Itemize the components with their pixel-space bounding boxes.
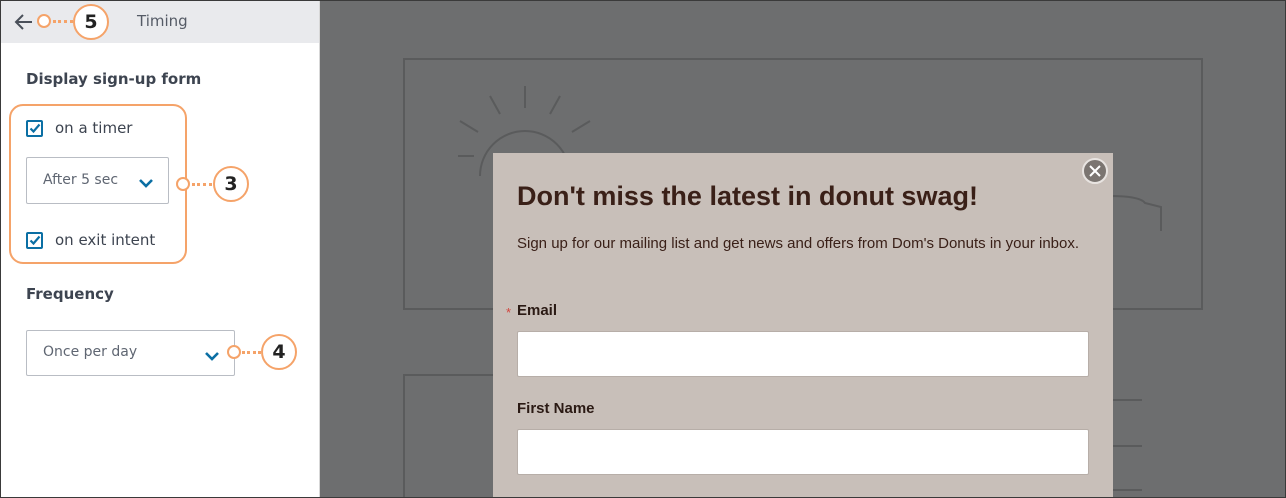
callout-3-connector [192,183,212,186]
callout-3-anchor [176,177,190,191]
first-name-label: First Name [517,400,595,417]
popup-heading: Don't miss the latest in donut swag! [517,181,978,211]
page-title: Timing [137,12,188,30]
frequency-value: Once per day [43,344,138,360]
wireframe-line [1110,399,1142,401]
callout-3-badge: 3 [213,166,249,202]
app-frame: Timing Display sign-up form on a timer A… [0,0,1286,498]
popup-description: Sign up for our mailing list and get new… [517,235,1080,252]
close-icon [1089,165,1101,177]
callout-5-anchor [37,14,51,28]
arrow-left-icon[interactable] [12,10,36,34]
timing-options-callout-box [9,104,187,264]
frequency-select[interactable]: Once per day [26,330,235,376]
email-label: Email [517,302,558,319]
callout-4-anchor [227,345,241,359]
wireframe-line [1110,489,1142,491]
close-button[interactable] [1082,158,1108,184]
required-marker: * [506,305,512,320]
first-name-field[interactable] [517,429,1089,475]
frequency-title: Frequency [26,285,114,303]
chevron-down-icon [204,347,220,366]
mountain-outline [1110,195,1162,231]
callout-5-badge: 5 [73,4,109,40]
callout-4-badge: 4 [261,334,297,370]
callout-4-connector [242,351,261,354]
email-field[interactable] [517,331,1089,377]
wireframe-line [1110,445,1142,447]
display-section-title: Display sign-up form [26,70,202,88]
callout-5-connector [53,20,73,23]
